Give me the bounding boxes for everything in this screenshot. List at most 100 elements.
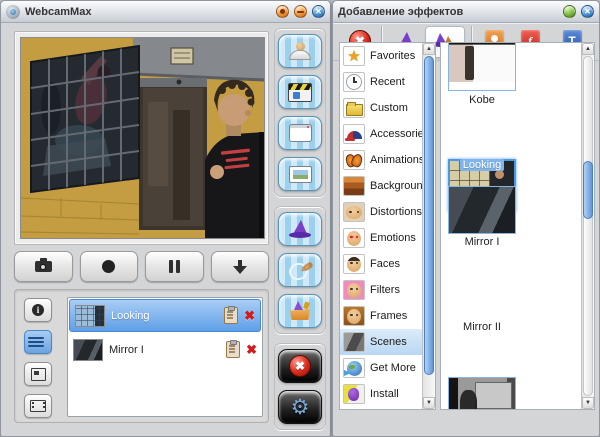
effects-window: Добавление эффектов ✕ ✖ + f+ T+ ★Favorit… <box>332 0 600 437</box>
webcam-preview-image <box>20 37 265 239</box>
delete-x-icon[interactable]: ✖ <box>244 309 255 322</box>
category-favorites[interactable]: ★Favorites <box>340 43 435 69</box>
filmstrip-icon <box>30 400 46 412</box>
webcam-preview-frame <box>14 31 269 245</box>
tray-ball-button[interactable] <box>276 5 289 18</box>
webcammax-app: WebcamMax ✕ <box>0 0 600 437</box>
effect-label-mirror2: Mirror II <box>441 321 523 333</box>
globe-icon <box>343 358 365 378</box>
category-scrollbar[interactable]: ▲ ▼ <box>422 43 435 409</box>
exit-button[interactable]: ✖ <box>278 349 322 383</box>
category-accessories[interactable]: Accessories <box>340 121 435 147</box>
close-red-icon: ✖ <box>289 355 311 377</box>
playlist-thumb-looking <box>75 305 105 327</box>
thumbnails-scroll-thumb[interactable] <box>583 161 593 219</box>
snapshot-camera-icon <box>35 261 52 272</box>
category-frames[interactable]: Frames <box>340 303 435 329</box>
effect-label-mirror1: Mirror I <box>441 236 523 248</box>
effect-thumbnails-panel: Kobe Looking Mirror I Mirror II ▲ ▼ <box>440 42 595 410</box>
filmstrip-view-button[interactable] <box>24 394 52 418</box>
picture-icon <box>289 166 312 183</box>
effect-thumb-kobe[interactable] <box>448 42 516 91</box>
info-icon: i <box>32 304 44 316</box>
picture-source-button[interactable] <box>278 157 322 191</box>
butterfly-icon <box>343 150 365 170</box>
effects-button[interactable] <box>278 212 322 246</box>
video-source-button[interactable] <box>278 75 322 109</box>
playlist-row-mirror1[interactable]: Mirror I ✖ <box>68 333 262 366</box>
scroll-track[interactable] <box>583 56 593 396</box>
source-effects-toolbar: ✖ ⚙ <box>274 28 326 437</box>
effects-window-title: Добавление эффектов <box>338 6 558 18</box>
webcam-source-button[interactable] <box>278 34 322 68</box>
category-custom[interactable]: Custom <box>340 95 435 121</box>
close-button[interactable]: ✕ <box>312 5 325 18</box>
effect-label-kobe: Kobe <box>441 94 523 106</box>
category-emotions[interactable]: Emotions <box>340 225 435 251</box>
main-titlebar[interactable]: WebcamMax ✕ <box>1 1 330 23</box>
effects-window-footer <box>333 429 599 436</box>
scroll-up-icon[interactable]: ▲ <box>582 43 594 55</box>
delete-x-icon[interactable]: ✖ <box>246 343 257 356</box>
effect-thumb-mirror1[interactable] <box>448 186 516 234</box>
effects-titlebar[interactable]: Добавление эффектов ✕ <box>333 1 599 23</box>
parrot-icon <box>343 384 365 404</box>
clipboard-icon[interactable] <box>226 341 240 358</box>
cap-icon <box>343 124 365 144</box>
playlist-item-name: Looking <box>111 310 218 322</box>
minimize-button[interactable] <box>294 5 307 18</box>
effects-box-button[interactable] <box>278 294 322 328</box>
main-window: WebcamMax ✕ <box>0 0 331 437</box>
blank-window-icon <box>289 124 312 142</box>
scroll-down-icon[interactable]: ▼ <box>582 397 594 409</box>
category-get-more[interactable]: Get More <box>340 355 435 381</box>
category-recent[interactable]: Recent <box>340 69 435 95</box>
folder-icon <box>343 98 365 118</box>
category-panel: ★Favorites Recent Custom Accessories Ani… <box>339 42 436 410</box>
snapshot-button[interactable] <box>14 251 73 282</box>
thumbnails-scrollbar[interactable]: ▲ ▼ <box>581 43 594 409</box>
effect-label-looking: Looking <box>441 159 523 171</box>
clock-icon <box>343 72 365 92</box>
clipboard-icon[interactable] <box>224 307 238 324</box>
blank-source-button[interactable] <box>278 116 322 150</box>
red-eyes-face-icon <box>343 228 365 248</box>
category-filters[interactable]: Filters <box>340 277 435 303</box>
playlist-row-looking[interactable]: Looking ✖ <box>69 299 261 332</box>
effects-close-button[interactable]: ✕ <box>581 5 594 18</box>
framed-face-icon <box>343 306 365 326</box>
scroll-down-icon[interactable]: ▼ <box>423 397 435 409</box>
category-scenes[interactable]: Scenes <box>340 329 435 355</box>
source-group <box>274 28 326 197</box>
thumbnail-view-button[interactable] <box>24 362 52 386</box>
category-backgrounds[interactable]: Backgrounds <box>340 173 435 199</box>
close-icon: ✕ <box>582 6 593 17</box>
webcammax-logo-icon <box>6 5 20 19</box>
scroll-up-icon[interactable]: ▲ <box>423 43 435 55</box>
list-view-button[interactable] <box>24 330 52 354</box>
effects-help-button[interactable] <box>563 5 576 18</box>
tray-icon <box>280 9 285 14</box>
main-window-title: WebcamMax <box>25 6 271 18</box>
effects-hat-icon <box>288 220 312 238</box>
effect-thumb-mirror2[interactable] <box>448 377 516 410</box>
category-scroll-thumb[interactable] <box>424 56 434 375</box>
download-button[interactable] <box>211 251 270 282</box>
doodle-button[interactable] <box>278 253 322 287</box>
record-button[interactable] <box>80 251 139 282</box>
category-install[interactable]: Install <box>340 381 435 407</box>
star-icon: ★ <box>343 46 365 66</box>
pause-button[interactable] <box>145 251 204 282</box>
distorted-face-icon <box>343 202 365 222</box>
thumbnail-view-icon <box>31 368 46 381</box>
doodle-pencil-icon <box>288 260 312 280</box>
playlist-view-buttons: i <box>24 298 52 418</box>
category-animations[interactable]: Animations <box>340 147 435 173</box>
settings-button[interactable]: ⚙ <box>278 390 322 424</box>
webcam-person-icon <box>289 42 311 60</box>
category-distortions[interactable]: Distortions <box>340 199 435 225</box>
playlist-thumb-mirror1 <box>73 339 103 361</box>
info-button[interactable]: i <box>24 298 52 322</box>
category-faces[interactable]: Faces <box>340 251 435 277</box>
download-arrow-icon <box>233 260 247 274</box>
